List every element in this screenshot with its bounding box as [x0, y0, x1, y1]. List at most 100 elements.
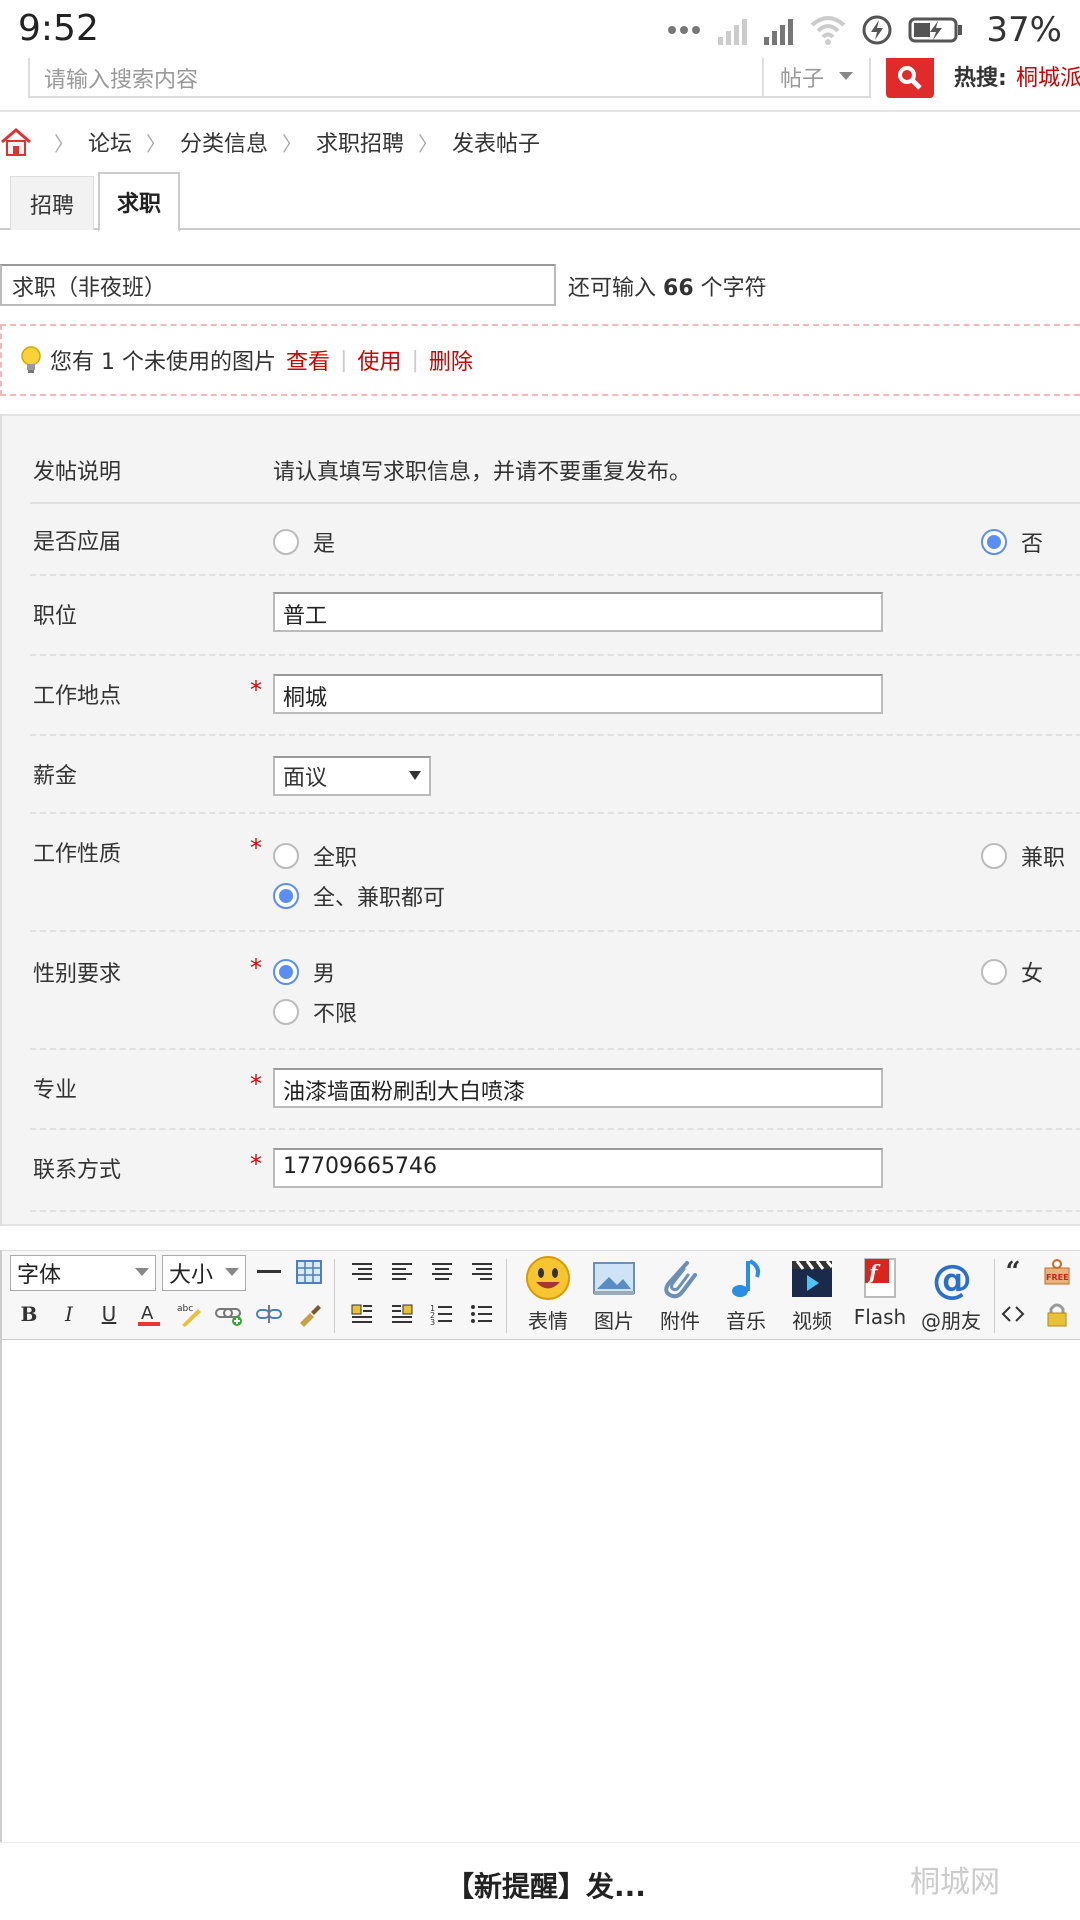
svg-text:3: 3: [430, 1318, 435, 1325]
link-icon[interactable]: [214, 1299, 244, 1329]
italic-icon[interactable]: I: [54, 1299, 84, 1329]
breadcrumb-item-forum[interactable]: 论坛: [88, 126, 132, 158]
table-icon[interactable]: [294, 1257, 324, 1287]
required-mark: *: [250, 676, 262, 704]
radio-label: 全职: [313, 846, 358, 871]
horizontal-rule-icon[interactable]: [254, 1257, 284, 1287]
contact-input[interactable]: 17709665746: [273, 1148, 883, 1188]
font-select-label: 字体: [17, 1263, 62, 1288]
position-input[interactable]: 普工: [273, 592, 883, 632]
highlight-icon[interactable]: abc: [174, 1299, 204, 1329]
attachment-label: 附件: [660, 1309, 700, 1333]
align-center-icon[interactable]: [427, 1257, 457, 1287]
row-gender: 性别要求 * 男 女 不限: [30, 934, 1080, 1050]
free-tag-icon[interactable]: FREE: [1042, 1257, 1072, 1287]
font-size-select[interactable]: 大小: [162, 1255, 246, 1291]
chevron-down-icon: [135, 1268, 149, 1276]
ordered-list-icon[interactable]: 123: [427, 1299, 457, 1329]
radio-label: 全、兼职都可: [313, 886, 446, 911]
home-icon[interactable]: [0, 127, 32, 157]
new-reminder-text[interactable]: 【新提醒】发...: [446, 1865, 646, 1905]
editor-content-area[interactable]: [2, 1340, 1080, 1842]
nature-both-radio[interactable]: 全、兼职都可: [273, 880, 445, 912]
align-left-icon[interactable]: [387, 1257, 417, 1287]
flash-label: Flash: [853, 1305, 907, 1329]
row-job-nature: 工作性质 * 全职 兼职 全、兼职都可: [30, 816, 1080, 932]
font-color-icon[interactable]: A: [134, 1299, 164, 1329]
attachment-button[interactable]: 附件: [648, 1255, 712, 1337]
image-icon: [593, 1262, 635, 1295]
breadcrumb-item-classified[interactable]: 分类信息: [180, 126, 268, 158]
radio-label: 女: [1021, 962, 1044, 987]
bold-icon[interactable]: B: [14, 1299, 44, 1329]
title-char-hint: 还可输入 66 个字符: [568, 270, 767, 302]
row-contact: 联系方式 * 17709665746: [30, 1132, 1080, 1212]
mention-label: @朋友: [921, 1309, 981, 1333]
code-icon[interactable]: [998, 1299, 1028, 1329]
status-time: 9:52: [18, 8, 99, 49]
signal-2-icon: [764, 19, 794, 45]
search-button[interactable]: [886, 58, 934, 98]
search-icon: [898, 66, 922, 90]
radio-dot: [273, 529, 299, 555]
search-type-select[interactable]: 帖子: [763, 58, 871, 98]
required-mark: *: [250, 834, 262, 862]
svg-text:@: @: [932, 1257, 972, 1301]
radio-dot-selected: [981, 529, 1007, 555]
lock-icon[interactable]: [1042, 1299, 1072, 1329]
search-type-label: 帖子: [780, 67, 825, 92]
graduate-yes-radio[interactable]: 是: [273, 526, 335, 558]
notice-use-link[interactable]: 使用: [357, 344, 401, 376]
quote-icon[interactable]: “: [998, 1257, 1028, 1287]
gender-any-radio[interactable]: 不限: [273, 996, 357, 1028]
unlink-icon[interactable]: [254, 1299, 284, 1329]
gender-male-radio[interactable]: 男: [273, 956, 335, 988]
desc-text: 请认真填写求职信息，并请不要重复发布。: [273, 460, 692, 485]
caret-down-icon: [409, 771, 421, 780]
font-family-select[interactable]: 字体: [10, 1255, 156, 1291]
notice-view-link[interactable]: 查看: [286, 344, 330, 376]
tab-job-seek[interactable]: 求职: [98, 172, 180, 232]
radio-label: 是: [313, 532, 336, 557]
float-left-icon[interactable]: [347, 1299, 377, 1329]
charging-icon: [862, 15, 892, 45]
float-right-icon[interactable]: [387, 1299, 417, 1329]
search-input[interactable]: 请输入搜索内容: [28, 58, 764, 98]
location-input[interactable]: 桐城: [273, 674, 883, 714]
major-input[interactable]: 油漆墙面粉刷刮大白喷漆: [273, 1068, 883, 1108]
salary-select[interactable]: 面议: [273, 756, 431, 796]
mention-button[interactable]: @ @朋友: [914, 1255, 988, 1337]
desc-label: 发帖说明: [33, 460, 122, 485]
align-justify-icon[interactable]: [467, 1257, 497, 1287]
emoji-button[interactable]: 表情: [516, 1255, 580, 1337]
nature-fulltime-radio[interactable]: 全职: [273, 840, 357, 872]
chevron-down-icon: [839, 72, 853, 80]
row-salary: 薪金 面议: [30, 738, 1080, 814]
hot-search-label: 热搜:: [954, 66, 1007, 91]
breadcrumb-separator: 〉: [282, 131, 303, 156]
radio-dot: [273, 999, 299, 1025]
clear-format-icon[interactable]: [294, 1299, 324, 1329]
major-label: 专业: [33, 1078, 78, 1103]
gender-female-radio[interactable]: 女: [981, 956, 1043, 988]
unordered-list-icon[interactable]: [467, 1299, 497, 1329]
underline-icon[interactable]: U: [94, 1299, 124, 1329]
content-editor: 字体 大小 B I U A abc 123 表情 图片 附件 音乐 视频 f F…: [0, 1250, 1080, 1842]
hot-search-link[interactable]: 桐城派: [1016, 60, 1080, 92]
flash-button[interactable]: f Flash: [848, 1255, 912, 1337]
notice-delete-link[interactable]: 删除: [429, 344, 473, 376]
video-button[interactable]: 视频: [780, 1255, 844, 1337]
graduate-no-radio[interactable]: 否: [981, 526, 1043, 558]
tab-recruit[interactable]: 招聘: [10, 176, 94, 230]
image-button[interactable]: 图片: [582, 1255, 646, 1337]
salary-label: 薪金: [33, 764, 78, 789]
nature-parttime-radio[interactable]: 兼职: [981, 840, 1065, 872]
title-input[interactable]: 求职（非夜班）: [0, 264, 556, 306]
required-mark: *: [250, 954, 262, 982]
breadcrumb-item-jobs[interactable]: 求职招聘: [316, 126, 404, 158]
music-button[interactable]: 音乐: [714, 1255, 778, 1337]
salary-value: 面议: [283, 766, 328, 791]
pipe-separator: |: [411, 347, 419, 373]
radio-label: 男: [313, 962, 336, 987]
align-right-icon[interactable]: [347, 1257, 377, 1287]
